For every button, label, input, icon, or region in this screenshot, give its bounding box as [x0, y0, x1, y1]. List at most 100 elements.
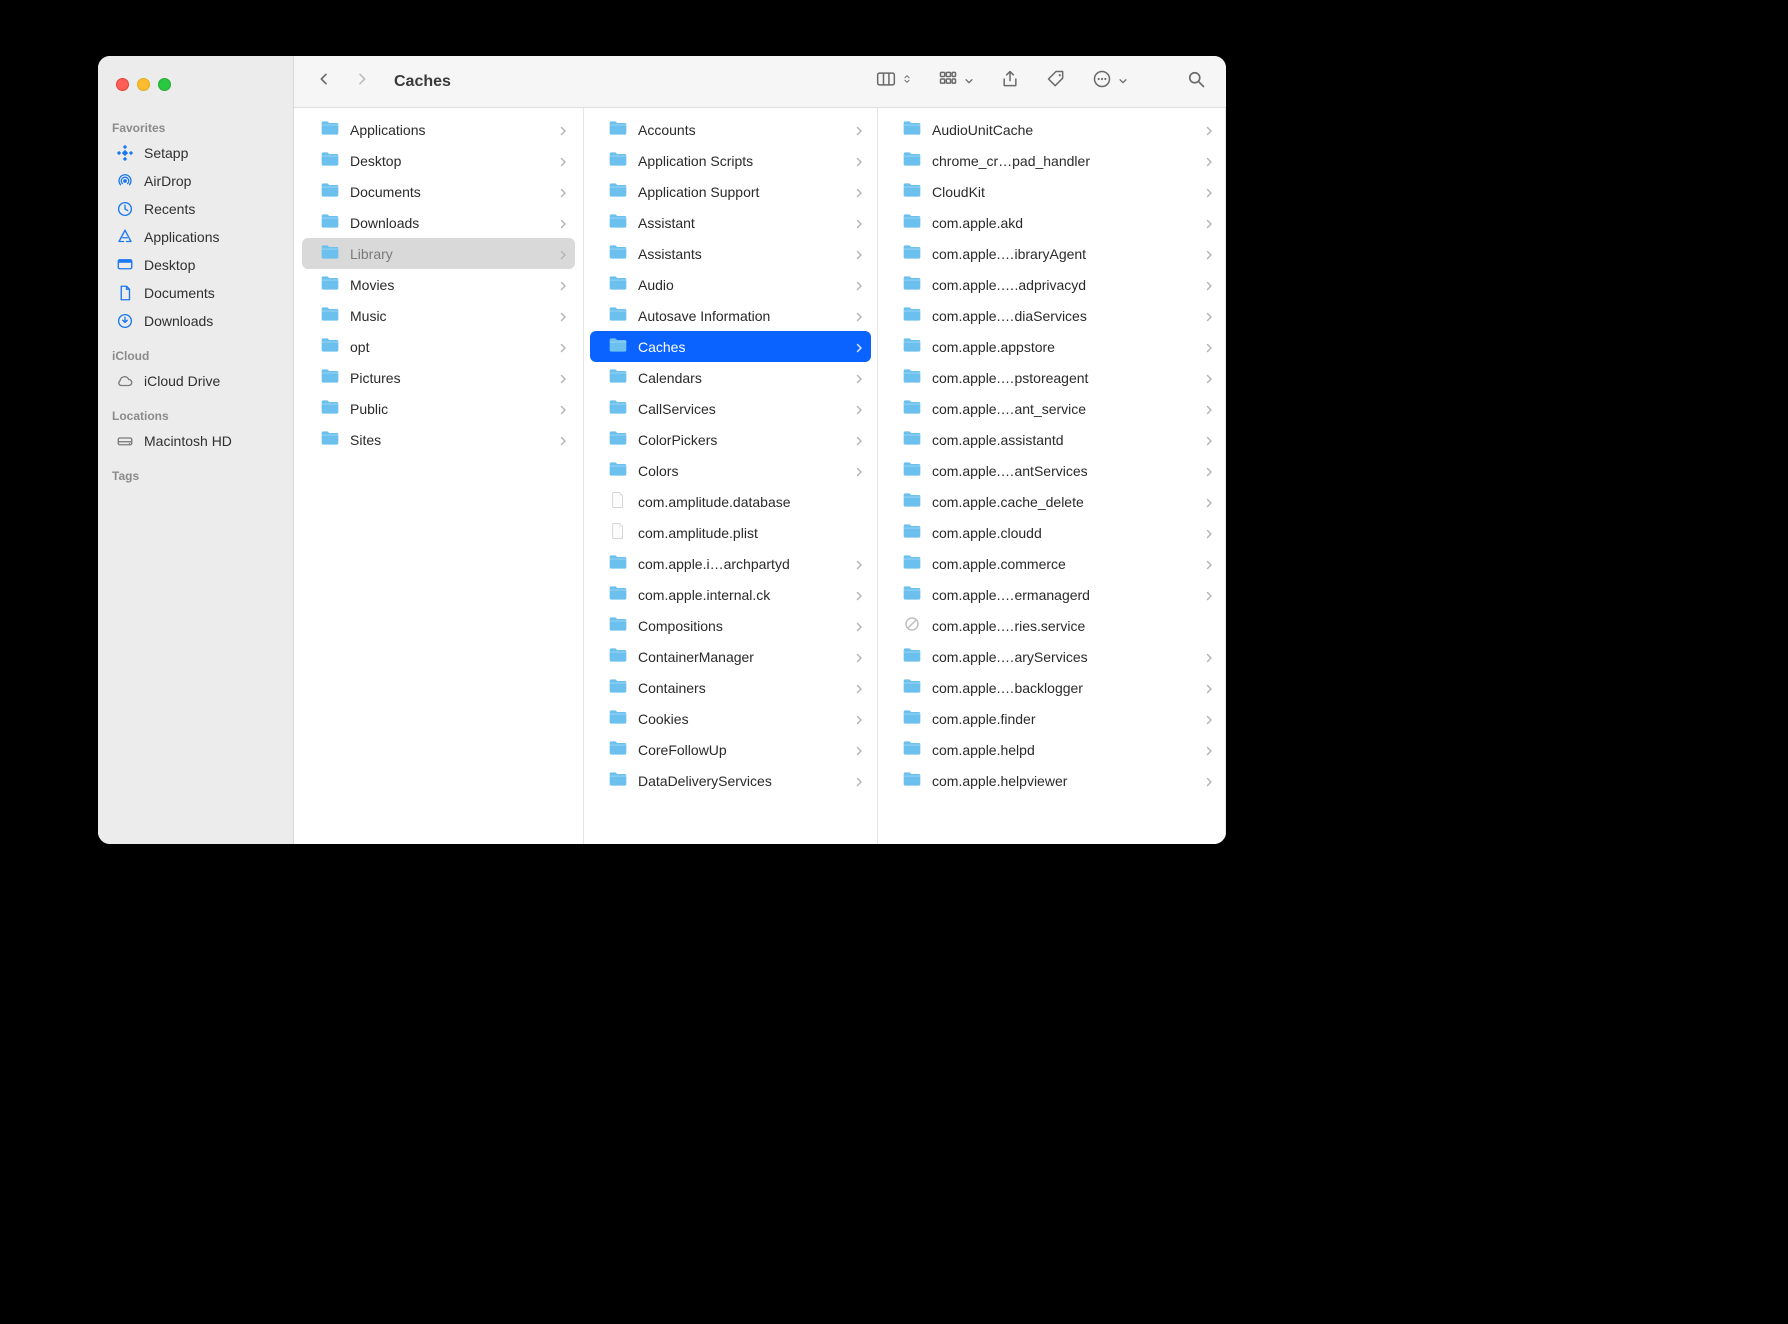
list-item[interactable]: com.apple.….adprivacyd: [884, 269, 1219, 300]
list-item[interactable]: com.apple.cloudd: [884, 517, 1219, 548]
folder-icon: [320, 181, 340, 202]
list-item[interactable]: com.apple.…antServices: [884, 455, 1219, 486]
back-button[interactable]: [310, 68, 338, 96]
list-item[interactable]: com.apple.commerce: [884, 548, 1219, 579]
sidebar-item[interactable]: Downloads: [98, 307, 293, 335]
list-item[interactable]: Cookies: [590, 703, 871, 734]
sidebar-item[interactable]: Documents: [98, 279, 293, 307]
chevron-right-icon: [1203, 744, 1215, 756]
document-icon: [116, 284, 134, 302]
list-item[interactable]: DataDeliveryServices: [590, 765, 871, 796]
forward-button[interactable]: [348, 68, 376, 96]
list-item[interactable]: com.apple.…diaServices: [884, 300, 1219, 331]
list-item[interactable]: com.apple.appstore: [884, 331, 1219, 362]
list-item[interactable]: Calendars: [590, 362, 871, 393]
list-item[interactable]: Pictures: [302, 362, 575, 393]
folder-icon: [608, 460, 628, 481]
list-item[interactable]: com.apple.…ermanagerd: [884, 579, 1219, 610]
chevron-right-icon: [1203, 217, 1215, 229]
sidebar-item[interactable]: Desktop: [98, 251, 293, 279]
list-item[interactable]: Audio: [590, 269, 871, 300]
column-1[interactable]: Applications DesktopDocumentsDownloadsLib…: [294, 108, 584, 844]
list-item[interactable]: com.apple.finder: [884, 703, 1219, 734]
sidebar-item[interactable]: Setapp: [98, 139, 293, 167]
tags-button[interactable]: [1042, 66, 1070, 97]
sidebar-item[interactable]: Macintosh HD: [98, 427, 293, 455]
sidebar-item[interactable]: Recents: [98, 195, 293, 223]
column-3[interactable]: AudioUnitCachechrome_cr…pad_handlerCloud…: [878, 108, 1226, 844]
list-item[interactable]: com.apple.assistantd: [884, 424, 1219, 455]
search-button[interactable]: [1182, 66, 1210, 97]
list-item[interactable]: Assistant: [590, 207, 871, 238]
folder-icon: [320, 305, 340, 326]
list-item[interactable]: ContainerManager: [590, 641, 871, 672]
list-item-label: com.apple.helpd: [932, 742, 1193, 758]
column-2[interactable]: AccountsApplication ScriptsApplication S…: [584, 108, 878, 844]
list-item[interactable]: Documents: [302, 176, 575, 207]
close-button[interactable]: [116, 78, 129, 91]
list-item[interactable]: Desktop: [302, 145, 575, 176]
list-item[interactable]: com.amplitude.database: [590, 486, 871, 517]
list-item[interactable]: com.apple.helpviewer: [884, 765, 1219, 796]
list-item[interactable]: Compositions: [590, 610, 871, 641]
folder-icon: [320, 398, 340, 419]
list-item-label: Applications: [350, 122, 547, 138]
list-item[interactable]: com.apple.helpd: [884, 734, 1219, 765]
share-button[interactable]: [996, 66, 1024, 97]
list-item[interactable]: Application Support: [590, 176, 871, 207]
list-item[interactable]: chrome_cr…pad_handler: [884, 145, 1219, 176]
chevron-right-icon: [557, 403, 569, 415]
list-item[interactable]: com.apple.cache_delete: [884, 486, 1219, 517]
list-item[interactable]: com.apple.…backlogger: [884, 672, 1219, 703]
list-item[interactable]: com.apple.i…archpartyd: [590, 548, 871, 579]
list-item[interactable]: Containers: [590, 672, 871, 703]
more-actions-button[interactable]: [1088, 66, 1132, 97]
group-by-button[interactable]: [934, 66, 978, 97]
chevron-right-icon: [1203, 558, 1215, 570]
list-item[interactable]: Assistants: [590, 238, 871, 269]
chevron-right-icon: [853, 434, 865, 446]
list-item[interactable]: Accounts: [590, 114, 871, 145]
list-item[interactable]: com.apple.…pstoreagent: [884, 362, 1219, 393]
list-item[interactable]: com.apple.…ries.service: [884, 610, 1219, 641]
chevron-right-icon: [853, 651, 865, 663]
list-item[interactable]: com.apple.…ibraryAgent: [884, 238, 1219, 269]
minimize-button[interactable]: [137, 78, 150, 91]
chevron-right-icon: [1203, 124, 1215, 136]
view-columns-button[interactable]: [872, 66, 916, 97]
list-item[interactable]: com.apple.akd: [884, 207, 1219, 238]
list-item[interactable]: Applications: [302, 114, 575, 145]
list-item[interactable]: CallServices: [590, 393, 871, 424]
list-item-label: Pictures: [350, 370, 547, 386]
list-item[interactable]: Movies: [302, 269, 575, 300]
list-item[interactable]: CoreFollowUp: [590, 734, 871, 765]
list-item[interactable]: Autosave Information: [590, 300, 871, 331]
list-item-label: com.apple.helpviewer: [932, 773, 1193, 789]
list-item[interactable]: com.apple.internal.ck: [590, 579, 871, 610]
chevron-right-icon: [853, 217, 865, 229]
zoom-button[interactable]: [158, 78, 171, 91]
list-item[interactable]: Application Scripts: [590, 145, 871, 176]
folder-icon: [902, 522, 922, 543]
list-item-label: opt: [350, 339, 547, 355]
list-item[interactable]: Sites: [302, 424, 575, 455]
list-item[interactable]: opt: [302, 331, 575, 362]
list-item[interactable]: Public: [302, 393, 575, 424]
list-item[interactable]: Music: [302, 300, 575, 331]
list-item[interactable]: AudioUnitCache: [884, 114, 1219, 145]
list-item[interactable]: Downloads: [302, 207, 575, 238]
sidebar-item[interactable]: iCloud Drive: [98, 367, 293, 395]
chevron-right-icon: [853, 279, 865, 291]
list-item[interactable]: Library: [302, 238, 575, 269]
list-item[interactable]: Caches: [590, 331, 871, 362]
sidebar-item[interactable]: AirDrop: [98, 167, 293, 195]
sidebar-item-label: Desktop: [144, 257, 195, 273]
list-item[interactable]: com.apple.…aryServices: [884, 641, 1219, 672]
list-item[interactable]: ColorPickers: [590, 424, 871, 455]
list-item[interactable]: com.apple.…ant_service: [884, 393, 1219, 424]
list-item-label: ColorPickers: [638, 432, 843, 448]
sidebar-item[interactable]: Applications: [98, 223, 293, 251]
list-item[interactable]: com.amplitude.plist: [590, 517, 871, 548]
list-item[interactable]: Colors: [590, 455, 871, 486]
list-item[interactable]: CloudKit: [884, 176, 1219, 207]
